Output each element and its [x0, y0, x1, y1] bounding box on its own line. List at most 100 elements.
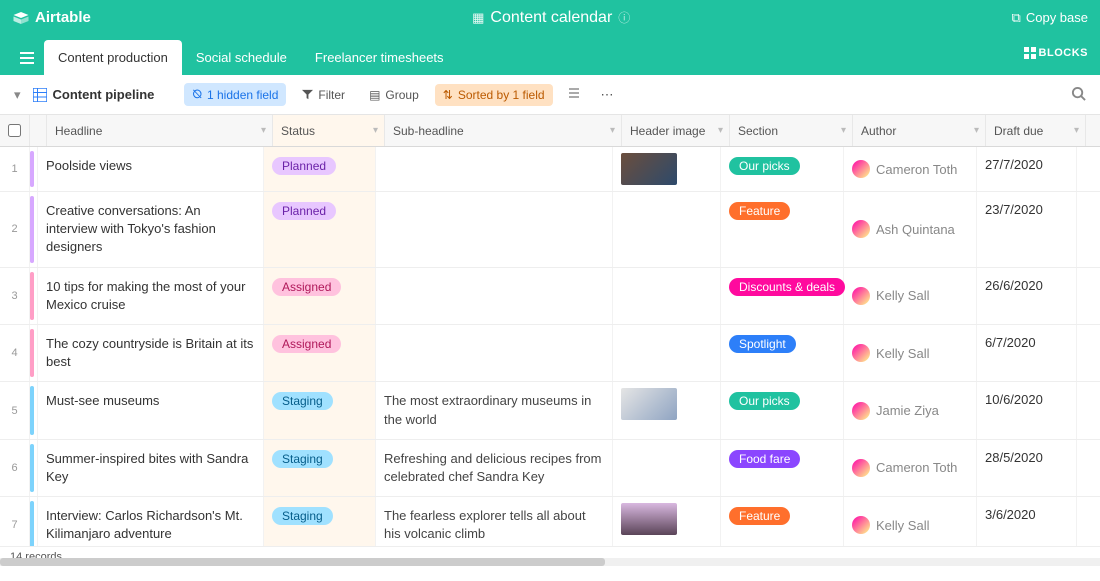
table-row[interactable]: 2Creative conversations: An interview wi… — [0, 192, 1100, 268]
select-all-checkbox[interactable] — [8, 124, 21, 137]
thumbnail[interactable] — [621, 503, 677, 535]
chevron-down-icon[interactable]: ▾ — [1074, 125, 1079, 136]
table-row[interactable]: 310 tips for making the most of your Mex… — [0, 268, 1100, 325]
group-button[interactable]: ▤ Group — [361, 84, 427, 106]
status-cell[interactable]: Assigned — [264, 268, 376, 324]
view-menu-chevron[interactable]: ▾ — [10, 87, 25, 103]
table-row[interactable]: 4The cozy countryside is Britain at its … — [0, 325, 1100, 382]
table-row[interactable]: 7Interview: Carlos Richardson's Mt. Kili… — [0, 497, 1100, 552]
section-cell[interactable]: Our picks — [721, 382, 844, 438]
header-image-cell[interactable] — [613, 192, 721, 267]
status-cell[interactable]: Staging — [264, 440, 376, 496]
draft-due-cell[interactable]: 3/6/2020 — [977, 497, 1077, 552]
hidden-field-button[interactable]: ⦰ 1 hidden field — [184, 83, 286, 106]
row-number[interactable]: 5 — [0, 382, 30, 438]
horizontal-scrollbar[interactable] — [0, 558, 1100, 566]
row-number[interactable]: 4 — [0, 325, 30, 381]
draft-due-cell[interactable]: 6/7/2020 — [977, 325, 1077, 381]
menu-button[interactable] — [10, 44, 44, 75]
section-cell[interactable]: Feature — [721, 497, 844, 552]
draft-due-cell[interactable]: 28/5/2020 — [977, 440, 1077, 496]
row-number[interactable]: 6 — [0, 440, 30, 496]
header-image-cell[interactable] — [613, 497, 721, 552]
draft-due-cell[interactable]: 26/6/2020 — [977, 268, 1077, 324]
sub-headline-cell[interactable] — [376, 325, 613, 381]
sub-headline-cell[interactable]: The fearless explorer tells all about hi… — [376, 497, 613, 552]
headline-cell[interactable]: Poolside views — [38, 147, 264, 191]
status-cell[interactable]: Planned — [264, 192, 376, 267]
row-height-button[interactable] — [561, 83, 587, 106]
thumbnail[interactable] — [621, 153, 677, 185]
sub-headline-cell[interactable] — [376, 147, 613, 191]
blocks-button[interactable]: BLOCKS — [1024, 47, 1088, 59]
chevron-down-icon[interactable]: ▾ — [373, 125, 378, 136]
chevron-down-icon[interactable]: ▾ — [261, 125, 266, 136]
base-title[interactable]: Content calendar — [490, 9, 612, 27]
headline-cell[interactable]: The cozy countryside is Britain at its b… — [38, 325, 264, 381]
author-cell[interactable]: Ash Quintana — [844, 192, 977, 267]
header-image-cell[interactable] — [613, 147, 721, 191]
row-number[interactable]: 3 — [0, 268, 30, 324]
section-column-header[interactable]: Section▾ — [730, 115, 853, 146]
author-cell[interactable]: Kelly Sall — [844, 268, 977, 324]
chevron-down-icon[interactable]: ▾ — [841, 125, 846, 136]
tab-freelancer-timesheets[interactable]: Freelancer timesheets — [301, 40, 458, 75]
tab-social-schedule[interactable]: Social schedule — [182, 40, 301, 75]
status-cell[interactable]: Staging — [264, 497, 376, 552]
headline-column-header[interactable]: Headline▾ — [47, 115, 273, 146]
copy-base-button[interactable]: ⧉ Copy base — [1012, 10, 1088, 26]
headline-cell[interactable]: Creative conversations: An interview wit… — [38, 192, 264, 267]
sub-headline-cell[interactable]: The most extraordinary museums in the wo… — [376, 382, 613, 438]
section-cell[interactable]: Our picks — [721, 147, 844, 191]
chevron-down-icon[interactable]: ▾ — [610, 125, 615, 136]
chevron-down-icon[interactable]: ▾ — [974, 125, 979, 136]
tab-content-production[interactable]: Content production — [44, 40, 182, 75]
row-number[interactable]: 2 — [0, 192, 30, 267]
headline-cell[interactable]: Interview: Carlos Richardson's Mt. Kilim… — [38, 497, 264, 552]
filter-button[interactable]: Filter — [294, 84, 353, 106]
author-cell[interactable]: Cameron Toth — [844, 147, 977, 191]
table-row[interactable]: 6Summer-inspired bites with Sandra KeySt… — [0, 440, 1100, 497]
status-cell[interactable]: Planned — [264, 147, 376, 191]
section-cell[interactable]: Spotlight — [721, 325, 844, 381]
select-all-cell[interactable] — [0, 115, 30, 146]
info-icon[interactable]: ⓘ — [618, 9, 630, 26]
sub-headline-cell[interactable] — [376, 192, 613, 267]
status-cell[interactable]: Assigned — [264, 325, 376, 381]
view-name[interactable]: Content pipeline — [33, 87, 155, 102]
author-cell[interactable]: Cameron Toth — [844, 440, 977, 496]
more-button[interactable]: ⋯ — [595, 83, 620, 107]
headline-cell[interactable]: Must-see museums — [38, 382, 264, 438]
section-cell[interactable]: Feature — [721, 192, 844, 267]
header-image-cell[interactable] — [613, 268, 721, 324]
headline-cell[interactable]: Summer-inspired bites with Sandra Key — [38, 440, 264, 496]
header-image-cell[interactable] — [613, 440, 721, 496]
status-column-header[interactable]: Status▾ — [273, 115, 385, 146]
author-cell[interactable]: Jamie Ziya — [844, 382, 977, 438]
sub-headline-cell[interactable] — [376, 268, 613, 324]
author-column-header[interactable]: Author▾ — [853, 115, 986, 146]
author-cell[interactable]: Kelly Sall — [844, 325, 977, 381]
draft-due-cell[interactable]: 10/6/2020 — [977, 382, 1077, 438]
sub-headline-cell[interactable]: Refreshing and delicious recipes from ce… — [376, 440, 613, 496]
row-number[interactable]: 1 — [0, 147, 30, 191]
sub-column-header[interactable]: Sub-headline▾ — [385, 115, 622, 146]
due-column-header[interactable]: Draft due▾ — [986, 115, 1086, 146]
section-cell[interactable]: Food fare — [721, 440, 844, 496]
row-number[interactable]: 7 — [0, 497, 30, 552]
headline-cell[interactable]: 10 tips for making the most of your Mexi… — [38, 268, 264, 324]
author-cell[interactable]: Kelly Sall — [844, 497, 977, 552]
logo[interactable]: Airtable — [12, 9, 91, 27]
table-row[interactable]: 1Poolside viewsPlanned Our picksCameron T… — [0, 147, 1100, 192]
image-column-header[interactable]: Header image▾ — [622, 115, 730, 146]
section-cell[interactable]: Discounts & deals — [721, 268, 844, 324]
search-button[interactable] — [1067, 82, 1090, 108]
chevron-down-icon[interactable]: ▾ — [718, 125, 723, 136]
draft-due-cell[interactable]: 23/7/2020 — [977, 192, 1077, 267]
draft-due-cell[interactable]: 27/7/2020 — [977, 147, 1077, 191]
thumbnail[interactable] — [621, 388, 677, 420]
table-row[interactable]: 5Must-see museumsStagingThe most extraor… — [0, 382, 1100, 439]
header-image-cell[interactable] — [613, 382, 721, 438]
sort-button[interactable]: ⇅ Sorted by 1 field — [435, 84, 553, 106]
header-image-cell[interactable] — [613, 325, 721, 381]
